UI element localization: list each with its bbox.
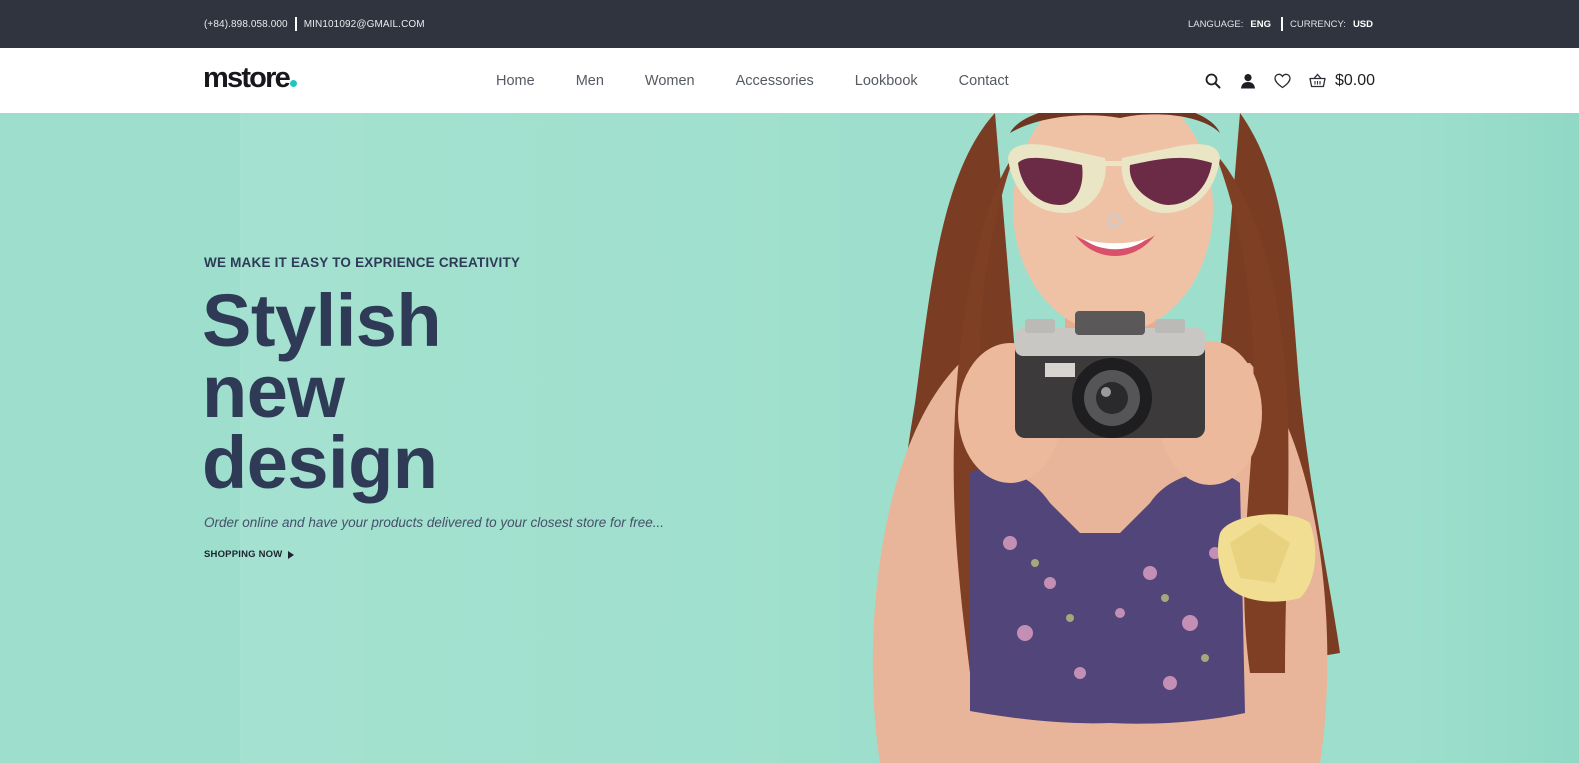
- site-header: mstore Home Men Women Accessories Lookbo…: [0, 48, 1579, 113]
- nav-contact[interactable]: Contact: [959, 73, 1009, 89]
- nav-accessories[interactable]: Accessories: [736, 73, 814, 89]
- logo-text: mstore: [203, 62, 291, 94]
- nav-men[interactable]: Men: [576, 73, 604, 89]
- main-nav: Home Men Women Accessories Lookbook Cont…: [496, 48, 1050, 113]
- hero-banner: WE MAKE IT EASY TO EXPRIENCE CREATIVITY …: [0, 113, 1579, 763]
- locale-settings: LANGUAGE: ENG CURRENCY: USD: [1188, 0, 1373, 48]
- search-icon[interactable]: [1204, 72, 1222, 90]
- shopping-now-button[interactable]: SHOPPING NOW: [204, 549, 295, 560]
- logo-dot: [289, 80, 297, 87]
- logo[interactable]: mstore: [203, 62, 297, 95]
- hero-model-image: [872, 113, 1340, 763]
- language-selector[interactable]: ENG: [1250, 19, 1271, 30]
- language-label: LANGUAGE:: [1187, 18, 1244, 30]
- basket-icon[interactable]: [1309, 72, 1327, 90]
- divider: [294, 17, 297, 31]
- hero-tagline: WE MAKE IT EASY TO EXPRIENCE CREATIVITY: [204, 255, 521, 270]
- contact-info: (+84).898.058.000 MIN101092@GMAIL.COM: [204, 0, 425, 48]
- phone-number[interactable]: (+84).898.058.000: [204, 19, 288, 30]
- headline-line: new: [202, 350, 345, 433]
- nav-women[interactable]: Women: [645, 73, 695, 89]
- currency-selector[interactable]: USD: [1353, 19, 1373, 30]
- hero-subtitle: Order online and have your products deli…: [204, 515, 664, 530]
- play-arrow-icon: [288, 550, 295, 559]
- hero-headline: Stylish new design: [202, 279, 622, 504]
- top-bar: (+84).898.058.000 MIN101092@GMAIL.COM LA…: [0, 0, 1579, 48]
- user-icon[interactable]: [1239, 72, 1257, 90]
- headline-line: Stylish: [202, 279, 442, 362]
- hero-edge-shade: [1410, 113, 1579, 763]
- currency-label: CURRENCY:: [1289, 18, 1346, 30]
- cta-label: SHOPPING NOW: [204, 549, 283, 560]
- email-address[interactable]: MIN101092@GMAIL.COM: [304, 19, 425, 30]
- divider: [1280, 17, 1283, 31]
- nav-lookbook[interactable]: Lookbook: [855, 73, 918, 89]
- cart-total[interactable]: $0.00: [1335, 72, 1375, 90]
- headline-line: design: [202, 421, 438, 504]
- nav-home[interactable]: Home: [496, 73, 535, 89]
- heart-icon[interactable]: [1274, 72, 1292, 90]
- header-actions: $0.00: [1187, 48, 1375, 113]
